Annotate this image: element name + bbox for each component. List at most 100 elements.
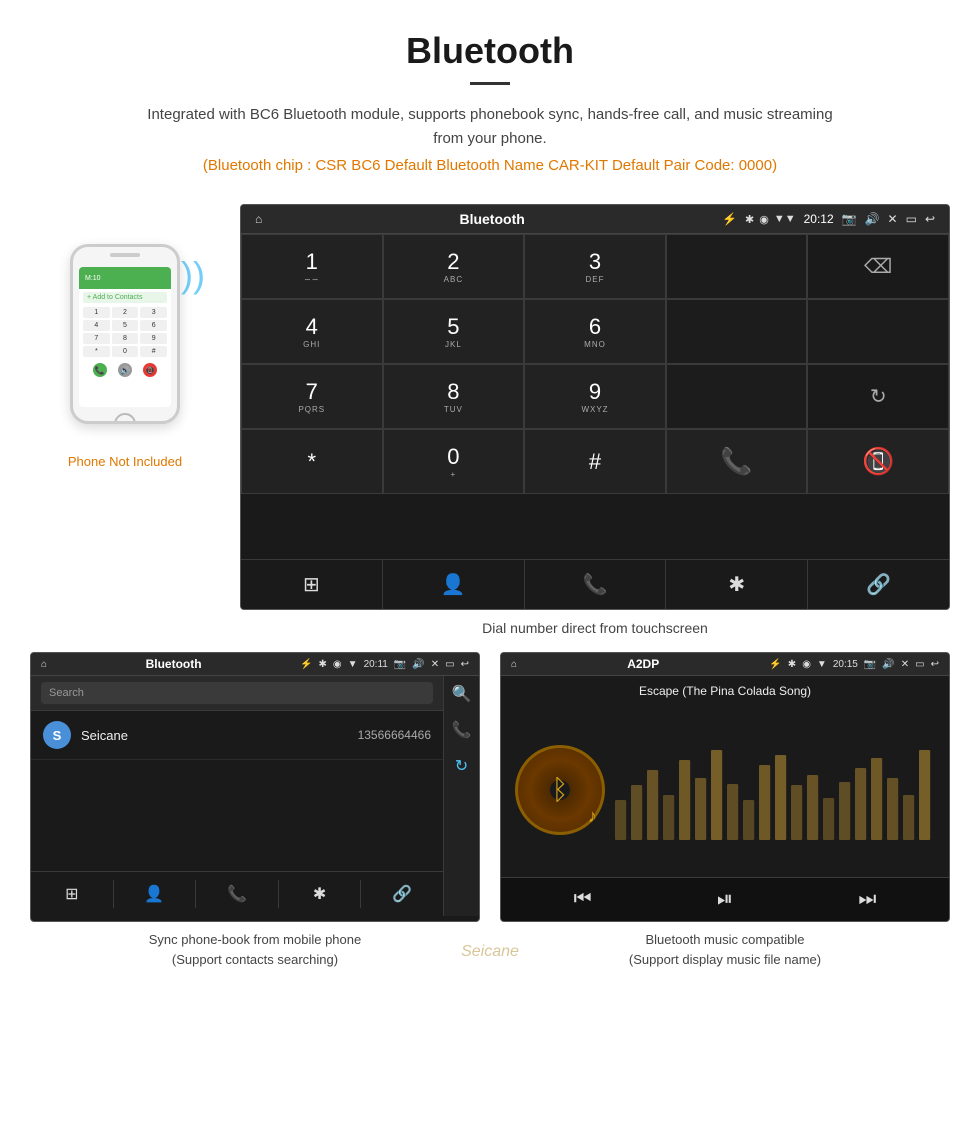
- dial-key-6[interactable]: 6MNO: [524, 299, 666, 364]
- bluetooth-button[interactable]: ✱: [666, 560, 808, 609]
- phone-key-6[interactable]: 6: [140, 320, 167, 331]
- refresh-sidebar-icon[interactable]: ↻: [455, 756, 468, 776]
- music-statusbar: ⌂ A2DP ⚡ ✱ ◉ ▼ 20:15 📷 🔊 ✕ ▭ ↩: [501, 653, 949, 676]
- phone-key-8[interactable]: 8: [112, 333, 139, 344]
- phone-key-0[interactable]: 0: [112, 346, 139, 357]
- dial-key-7[interactable]: 7PQRS: [241, 364, 383, 429]
- music-home-icon[interactable]: ⌂: [511, 659, 517, 670]
- screen-icon[interactable]: ▭: [906, 212, 917, 226]
- bottom-screens-wrapper: ⌂ Bluetooth ⚡ ✱ ◉ ▼ 20:11 📷 🔊 ✕ ▭ ↩: [0, 652, 980, 993]
- next-track-button[interactable]: ⏭: [858, 888, 876, 911]
- phone-key-star[interactable]: *: [83, 346, 110, 357]
- pb-usb-icon: ⚡: [300, 659, 312, 670]
- dial-empty-3: [666, 364, 808, 429]
- dial-redial-button[interactable]: ↻: [807, 364, 949, 429]
- camera-icon[interactable]: 📷: [842, 212, 857, 226]
- pb-home-icon[interactable]: ⌂: [41, 659, 47, 670]
- music-note-icon: ♪: [588, 806, 597, 827]
- calls-button[interactable]: 📞: [525, 560, 667, 609]
- dial-key-0[interactable]: 0+: [383, 429, 525, 494]
- phone-key-hash[interactable]: #: [140, 346, 167, 357]
- dial-call-button[interactable]: 📞: [666, 429, 808, 494]
- phone-call-button[interactable]: 📞: [93, 363, 107, 377]
- music-signal-icon: ▼: [817, 659, 827, 670]
- music-usb-icon: ⚡: [769, 659, 781, 670]
- phone-section: ☁ ))) ᛒ M:10 + Add to Contacts 1: [30, 204, 220, 469]
- equalizer-bars: [605, 740, 935, 840]
- contacts-button[interactable]: 👤: [383, 560, 525, 609]
- phone-key-3[interactable]: 3: [140, 307, 167, 318]
- phonebook-screen-container: ⌂ Bluetooth ⚡ ✱ ◉ ▼ 20:11 📷 🔊 ✕ ▭ ↩: [30, 652, 480, 973]
- phone-key-2[interactable]: 2: [112, 307, 139, 318]
- music-back-icon[interactable]: ↩: [931, 659, 939, 670]
- dial-key-1[interactable]: 1∽∽: [241, 234, 383, 299]
- pb-back-icon[interactable]: ↩: [461, 659, 469, 670]
- phonebook-caption-line2: (Support contacts searching): [30, 950, 480, 970]
- usb-icon: ⚡: [722, 212, 737, 226]
- phone-key-7[interactable]: 7: [83, 333, 110, 344]
- dial-key-4[interactable]: 4GHI: [241, 299, 383, 364]
- main-statusbar: ⌂ Bluetooth ⚡ ✱ ◉ ▼▼ 20:12 📷 🔊 ✕ ▭ ↩: [241, 205, 949, 234]
- pb-dialpad-button[interactable]: ⊞: [31, 880, 114, 908]
- phonebook-sidebar: 🔍 📞 ↻: [443, 676, 479, 916]
- dial-key-2[interactable]: 2ABC: [383, 234, 525, 299]
- pb-close-icon[interactable]: ✕: [431, 659, 439, 670]
- pb-link-button[interactable]: 🔗: [361, 880, 443, 908]
- dial-end-button[interactable]: 📵: [807, 429, 949, 494]
- phone-end-button[interactable]: 📵: [143, 363, 157, 377]
- pb-camera-icon[interactable]: 📷: [394, 659, 406, 670]
- phone-key-5[interactable]: 5: [112, 320, 139, 331]
- home-icon[interactable]: ⌂: [255, 212, 262, 226]
- dial-key-star[interactable]: *: [241, 429, 383, 494]
- music-camera-icon[interactable]: 📷: [864, 659, 876, 670]
- back-icon[interactable]: ↩: [925, 212, 935, 226]
- main-screen-section: ⌂ Bluetooth ⚡ ✱ ◉ ▼▼ 20:12 📷 🔊 ✕ ▭ ↩: [240, 204, 950, 652]
- music-close-icon[interactable]: ✕: [901, 659, 909, 670]
- music-caption-line2: (Support display music file name): [500, 950, 950, 970]
- dial-key-8[interactable]: 8TUV: [383, 364, 525, 429]
- page-header: Bluetooth Integrated with BC6 Bluetooth …: [0, 0, 980, 184]
- phone-key-4[interactable]: 4: [83, 320, 110, 331]
- pb-vol-icon[interactable]: 🔊: [412, 659, 424, 670]
- dialpad-button[interactable]: ⊞: [241, 560, 383, 609]
- phone-body: M:10 + Add to Contacts 1 2 3 4 5 6: [70, 244, 180, 424]
- close-icon[interactable]: ✕: [888, 212, 898, 226]
- bluetooth-music-icon: ᛒ: [552, 774, 569, 806]
- search-bar[interactable]: Search: [41, 682, 433, 704]
- prev-track-button[interactable]: ⏮: [574, 888, 592, 911]
- music-vol-icon[interactable]: 🔊: [882, 659, 894, 670]
- volume-icon[interactable]: 🔊: [865, 212, 880, 226]
- phone-key-9[interactable]: 9: [140, 333, 167, 344]
- phone-speaker-button[interactable]: 🔊: [118, 363, 132, 377]
- main-screen-caption: Dial number direct from touchscreen: [240, 610, 950, 652]
- pb-bt-icon: ✱: [319, 659, 327, 670]
- play-pause-button[interactable]: ⏯: [717, 888, 733, 911]
- phone-mockup: ☁ ))) ᛒ M:10 + Add to Contacts 1: [70, 244, 180, 444]
- header-description: Integrated with BC6 Bluetooth module, su…: [140, 103, 840, 151]
- dial-key-5[interactable]: 5JKL: [383, 299, 525, 364]
- dial-key-3[interactable]: 3DEF: [524, 234, 666, 299]
- pb-contacts-button[interactable]: 👤: [114, 880, 197, 908]
- dial-key-9[interactable]: 9WXYZ: [524, 364, 666, 429]
- main-screen: ⌂ Bluetooth ⚡ ✱ ◉ ▼▼ 20:12 📷 🔊 ✕ ▭ ↩: [240, 204, 950, 610]
- music-album-art: ᛒ ♪: [515, 745, 605, 835]
- phone-home-button[interactable]: [114, 413, 136, 424]
- phonebook-search-area: Search: [31, 676, 443, 711]
- pb-bluetooth-button[interactable]: ✱: [279, 880, 362, 908]
- pb-screen-icon[interactable]: ▭: [445, 659, 454, 670]
- signal-icon: ▼▼: [774, 213, 796, 225]
- link-button[interactable]: 🔗: [808, 560, 949, 609]
- dial-key-hash[interactable]: #: [524, 429, 666, 494]
- phone-key-1[interactable]: 1: [83, 307, 110, 318]
- search-icon[interactable]: 🔍: [452, 684, 472, 704]
- search-placeholder: Search: [49, 687, 84, 699]
- pb-calls-button[interactable]: 📞: [196, 880, 279, 908]
- phonebook-bottom-bar: ⊞ 👤 📞 ✱ 🔗: [31, 871, 443, 916]
- statusbar-time: 20:12: [804, 212, 834, 226]
- contact-avatar: S: [43, 721, 71, 749]
- call-sidebar-icon[interactable]: 📞: [452, 720, 472, 740]
- dial-backspace-button[interactable]: ⌫: [807, 234, 949, 299]
- phonebook-entry-seicane[interactable]: S Seicane 13566664466: [31, 711, 443, 760]
- music-title: A2DP: [523, 657, 763, 671]
- music-screen-icon[interactable]: ▭: [915, 659, 924, 670]
